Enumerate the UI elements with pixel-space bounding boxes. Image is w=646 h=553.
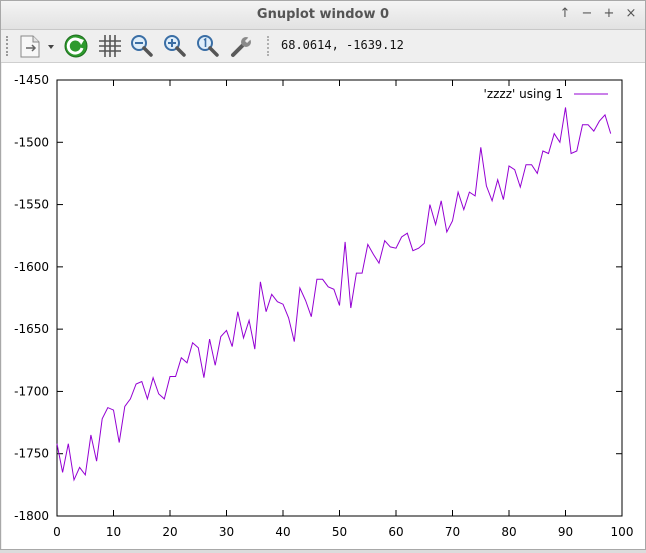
shade-button[interactable]: ↑ <box>557 6 573 22</box>
window-title: Gnuplot window 0 <box>256 7 390 22</box>
gnuplot-window: Gnuplot window 0 ↑ − + × 68.0614, -1639.… <box>0 0 646 550</box>
x-tick-label: 100 <box>611 525 634 539</box>
y-tick-label: -1800 <box>14 509 49 523</box>
wrench-icon <box>231 35 253 57</box>
y-tick-label: -1700 <box>14 384 49 398</box>
x-tick-label: 70 <box>445 525 460 539</box>
x-tick-label: 40 <box>275 525 290 539</box>
title-bar[interactable]: Gnuplot window 0 ↑ − + × <box>1 1 645 30</box>
chart-axes <box>56 79 623 517</box>
replot-button[interactable] <box>63 33 89 59</box>
y-tick-label: -1500 <box>14 135 49 149</box>
y-tick-label: -1600 <box>14 260 49 274</box>
plot-area[interactable]: 0 10 20 30 40 50 60 70 80 90 100 -1450 -1500 -1550 -1… <box>2 63 645 549</box>
chart-legend: 'zzzz' using 1 <box>484 87 608 101</box>
series-lines <box>56 107 612 482</box>
unzoom-button[interactable] <box>195 33 221 59</box>
zoom-reset-icon <box>197 35 219 57</box>
y-tick-label: -1450 <box>14 73 49 87</box>
x-tick-label: 50 <box>332 525 347 539</box>
plot-border <box>56 79 623 517</box>
zoom-out-icon <box>131 35 153 57</box>
grid-icon <box>99 35 121 57</box>
close-button[interactable]: × <box>623 6 639 22</box>
line-chart[interactable]: 0 10 20 30 40 50 60 70 80 90 100 -1450-1500-1550-1… <box>2 63 645 549</box>
x-axis-ticks: 0 10 20 30 40 50 60 70 80 90 100 <box>53 80 633 539</box>
zoom-previous-button[interactable] <box>129 33 155 59</box>
x-tick-label: 10 <box>106 525 121 539</box>
y-tick-label: -1750 <box>14 447 49 461</box>
x-tick-label: 30 <box>219 525 234 539</box>
toolbar: 68.0614, -1639.12 <box>1 30 645 63</box>
mouse-coordinates: 68.0614, -1639.12 <box>281 38 404 52</box>
maximize-button[interactable]: + <box>601 6 617 22</box>
toolbar-grip <box>6 36 12 56</box>
legend-label: 'zzzz' using 1 <box>484 87 563 101</box>
grid-toggle-button[interactable] <box>97 33 123 59</box>
x-tick-label: 90 <box>558 525 573 539</box>
y-tick-label: -1650 <box>14 322 49 336</box>
x-tick-label: 80 <box>501 525 516 539</box>
x-tick-label: 60 <box>388 525 403 539</box>
toolbar-separator <box>267 36 271 56</box>
export-icon <box>20 35 54 58</box>
y-axis-ticks: -1450 -1500 -1550 -1600 -1650 -1700 -1750 -1800 <box>14 73 622 523</box>
export-menu-button[interactable] <box>17 33 57 59</box>
zoom-in-icon <box>164 35 186 57</box>
minimize-button[interactable]: − <box>579 6 595 22</box>
x-tick-label: 20 <box>162 525 177 539</box>
settings-button[interactable] <box>229 33 255 59</box>
refresh-icon <box>64 34 88 58</box>
series-line <box>56 107 612 482</box>
y-tick-label: -1550 <box>14 198 49 212</box>
x-tick-label: 0 <box>53 525 61 539</box>
zoom-next-button[interactable] <box>162 33 188 59</box>
